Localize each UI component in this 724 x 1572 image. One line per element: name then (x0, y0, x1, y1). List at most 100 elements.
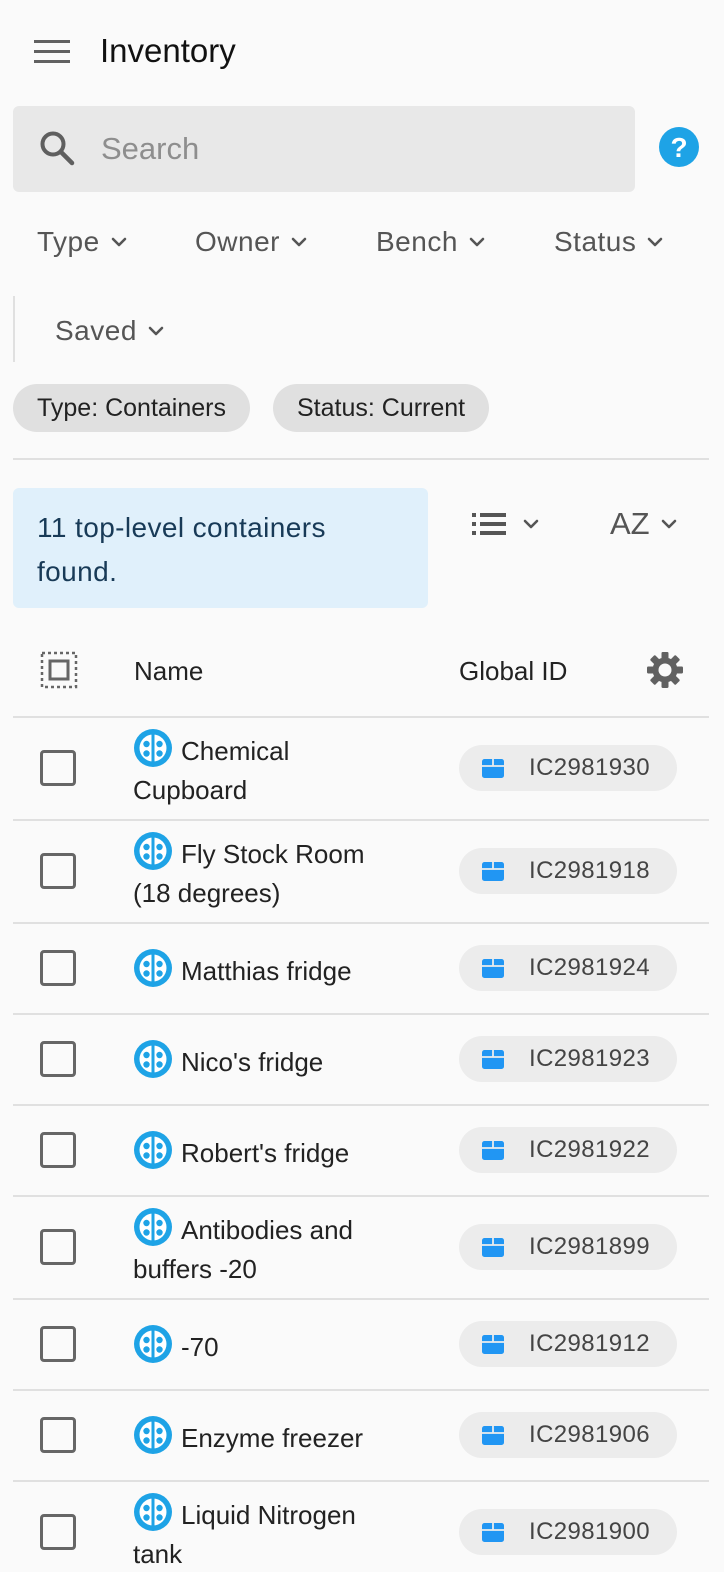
global-id-chip[interactable]: IC2981900 (459, 1509, 677, 1555)
help-icon[interactable]: ? (658, 126, 700, 168)
chevron-down-icon (648, 237, 663, 247)
chevron-down-icon (469, 237, 485, 247)
container-name-link[interactable]: -70 (133, 1324, 403, 1367)
list-view-icon (472, 513, 506, 535)
global-id-chip[interactable]: IC2981930 (459, 745, 677, 791)
row-checkbox[interactable] (40, 1514, 76, 1550)
global-id-chip[interactable]: IC2981918 (459, 848, 677, 894)
search-box[interactable] (13, 106, 635, 192)
chevron-down-icon (291, 237, 307, 247)
box-icon (482, 959, 504, 978)
row-checkbox[interactable] (40, 1229, 76, 1265)
global-id-text: IC2981899 (529, 1233, 651, 1260)
table-row[interactable]: Nico's fridge IC2981923 (13, 1013, 709, 1104)
select-all-icon[interactable] (40, 651, 78, 689)
sort-toggle[interactable]: AZ (610, 506, 680, 542)
global-id-chip[interactable]: IC2981906 (459, 1412, 677, 1458)
row-divider (13, 922, 709, 924)
container-icon (134, 949, 172, 987)
box-icon (482, 1426, 504, 1445)
global-id-text: IC2981922 (529, 1136, 651, 1163)
chevron-down-icon (111, 237, 127, 247)
row-checkbox[interactable] (40, 950, 76, 986)
global-id-chip[interactable]: IC2981923 (459, 1036, 677, 1082)
chevron-down-icon (661, 519, 676, 529)
global-id-chip[interactable]: IC2981922 (459, 1127, 677, 1173)
filter-type[interactable]: Type (37, 226, 130, 258)
global-id-chip[interactable]: IC2981924 (459, 945, 677, 991)
global-id-text: IC2981923 (529, 1045, 651, 1072)
container-icon (134, 729, 172, 767)
container-name: -70 (181, 1332, 219, 1362)
container-name-link[interactable]: Liquid Nitrogen tank (133, 1492, 403, 1572)
table-row[interactable]: Enzyme freezer IC2981906 (13, 1389, 709, 1480)
view-mode-toggle[interactable] (470, 508, 542, 540)
filter-status[interactable]: Status (554, 226, 666, 258)
table-row[interactable]: Chemical Cupboard IC2981930 (13, 716, 709, 819)
container-name-link[interactable]: Nico's fridge (133, 1039, 403, 1082)
container-name: Robert's fridge (181, 1138, 350, 1168)
table-row[interactable]: Matthias fridge IC2981924 (13, 922, 709, 1013)
table-row[interactable]: Robert's fridge IC2981922 (13, 1104, 709, 1195)
row-divider (13, 1104, 709, 1106)
box-icon (482, 1335, 504, 1354)
container-name: Matthias fridge (181, 956, 352, 986)
container-icon (134, 1325, 172, 1363)
filter-owner-label: Owner (195, 226, 280, 257)
row-checkbox[interactable] (40, 750, 76, 786)
container-name-link[interactable]: Robert's fridge (133, 1130, 403, 1173)
global-id-text: IC2981912 (529, 1330, 651, 1357)
column-header-global-id[interactable]: Global ID (459, 656, 567, 687)
box-icon (482, 1050, 504, 1069)
divider (13, 458, 709, 460)
filter-type-label: Type (37, 226, 100, 257)
search-input[interactable] (101, 126, 611, 172)
container-name-link[interactable]: Chemical Cupboard (133, 728, 403, 810)
filter-bench-label: Bench (376, 226, 458, 257)
container-name-link[interactable]: Antibodies and buffers -20 (133, 1207, 403, 1289)
container-name-link[interactable]: Matthias fridge (133, 948, 403, 991)
container-icon (134, 1493, 172, 1531)
container-name-link[interactable]: Fly Stock Room (18 degrees) (133, 831, 403, 913)
global-id-text: IC2981906 (529, 1421, 651, 1448)
row-divider (13, 819, 709, 821)
box-icon (482, 1523, 504, 1542)
row-checkbox[interactable] (40, 1417, 76, 1453)
table-row[interactable]: Fly Stock Room (18 degrees) IC2981918 (13, 819, 709, 922)
search-icon (40, 131, 75, 166)
filter-bench[interactable]: Bench (376, 226, 488, 258)
box-icon (482, 1141, 504, 1160)
filter-status-label: Status (554, 226, 637, 257)
filter-owner[interactable]: Owner (195, 226, 310, 258)
filter-saved-label: Saved (55, 315, 137, 346)
row-checkbox[interactable] (40, 1041, 76, 1077)
row-checkbox[interactable] (40, 853, 76, 889)
column-header-name[interactable]: Name (134, 656, 203, 687)
row-divider (13, 1298, 709, 1300)
global-id-text: IC2981900 (529, 1518, 651, 1545)
divider (13, 296, 15, 362)
row-checkbox[interactable] (40, 1326, 76, 1362)
container-icon (134, 1416, 172, 1454)
menu-icon[interactable] (30, 36, 74, 68)
table-row[interactable]: Liquid Nitrogen tank IC2981900 (13, 1480, 709, 1572)
row-divider (13, 1389, 709, 1391)
global-id-text: IC2981924 (529, 954, 651, 981)
row-checkbox[interactable] (40, 1132, 76, 1168)
filter-saved[interactable]: Saved (55, 315, 167, 347)
table-row[interactable]: Antibodies and buffers -20 IC2981899 (13, 1195, 709, 1298)
container-icon (134, 1131, 172, 1169)
table-row[interactable]: -70 IC2981912 (13, 1298, 709, 1389)
container-name-link[interactable]: Enzyme freezer (133, 1415, 403, 1458)
global-id-chip[interactable]: IC2981912 (459, 1321, 677, 1367)
chip-status-current[interactable]: Status: Current (273, 384, 490, 432)
row-divider (13, 1480, 709, 1482)
app-header: Inventory (0, 0, 724, 104)
box-icon (482, 759, 504, 778)
chip-type-containers[interactable]: Type: Containers (13, 384, 250, 432)
global-id-text: IC2981918 (529, 857, 651, 884)
global-id-chip[interactable]: IC2981899 (459, 1224, 677, 1270)
container-name: Enzyme freezer (181, 1423, 364, 1453)
svg-text:?: ? (670, 132, 687, 163)
gear-icon[interactable] (645, 650, 685, 690)
